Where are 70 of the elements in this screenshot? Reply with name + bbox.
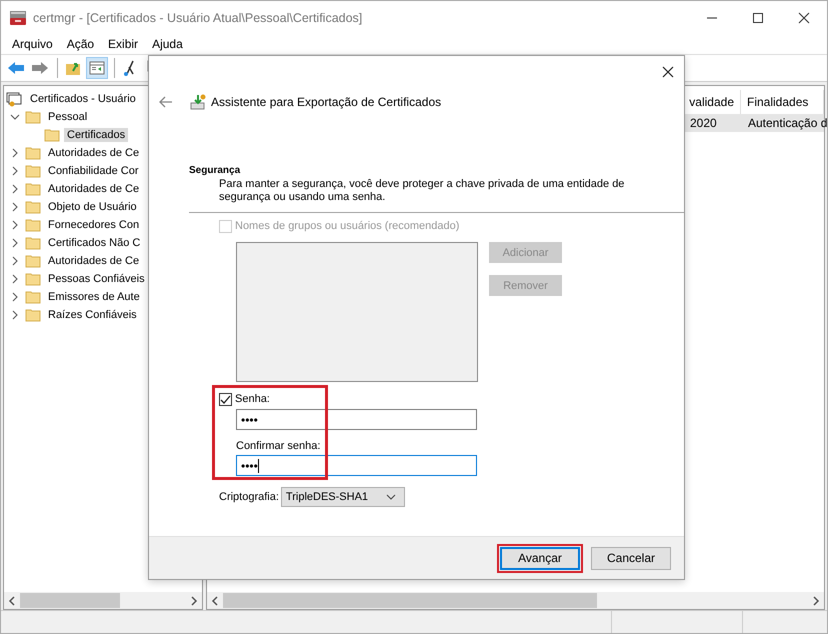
close-icon[interactable] bbox=[798, 12, 810, 24]
dialog-button[interactable]: Cancelar bbox=[591, 546, 671, 570]
scroll-left-icon[interactable] bbox=[211, 596, 219, 606]
folder-icon bbox=[25, 254, 41, 268]
expand-icon[interactable] bbox=[10, 202, 20, 212]
dialog-button[interactable]: Avançar bbox=[500, 546, 580, 570]
folder-icon bbox=[25, 218, 41, 232]
app-icon bbox=[9, 10, 27, 26]
checkmark-icon bbox=[220, 394, 231, 404]
window-title: certmgr - [Certificados - Usuário Atual\Pessoal\Certificados] bbox=[33, 10, 362, 24]
expand-icon[interactable] bbox=[10, 220, 20, 230]
password-field[interactable]: •••• bbox=[236, 409, 477, 430]
expand-icon[interactable] bbox=[10, 238, 20, 248]
scroll-left-icon[interactable] bbox=[8, 596, 16, 606]
tree-item[interactable]: Autoridades de Ce bbox=[45, 146, 142, 160]
scroll-right-icon[interactable] bbox=[812, 596, 820, 606]
menu-item[interactable]: Exibir bbox=[101, 37, 146, 51]
groups-list[interactable] bbox=[236, 242, 478, 382]
maximize-icon[interactable] bbox=[752, 12, 764, 24]
expand-icon[interactable] bbox=[10, 166, 20, 176]
tree-item[interactable]: Autoridades de Ce bbox=[45, 254, 142, 268]
tree-item[interactable]: Certificados - Usuário bbox=[27, 92, 139, 106]
expand-icon[interactable] bbox=[10, 292, 20, 302]
expand-icon[interactable] bbox=[10, 148, 20, 158]
expand-icon[interactable] bbox=[10, 184, 20, 194]
tree-item[interactable]: Certificados bbox=[64, 128, 128, 142]
password-checkbox[interactable]: Senha: bbox=[189, 392, 270, 406]
certificate-export-icon bbox=[189, 93, 207, 111]
close-icon[interactable] bbox=[662, 66, 674, 78]
certificate-store-icon bbox=[6, 91, 22, 107]
field-label: Confirmar senha: bbox=[236, 440, 322, 452]
folder-icon bbox=[25, 146, 41, 160]
encryption-dropdown[interactable]: TripleDES-SHA1 bbox=[280, 487, 405, 507]
expand-icon[interactable] bbox=[10, 274, 20, 284]
tree-item[interactable]: Autoridades de Ce bbox=[45, 182, 142, 196]
panel-tool-icon[interactable] bbox=[86, 57, 108, 79]
folder-icon bbox=[25, 290, 41, 304]
folder-icon bbox=[44, 128, 60, 142]
collapse-icon[interactable] bbox=[10, 112, 20, 122]
menu-item[interactable]: Ajuda bbox=[145, 37, 190, 51]
menu-item[interactable]: Arquivo bbox=[5, 37, 60, 51]
dialog-title: Assistente para Exportação de Certificados bbox=[211, 95, 442, 109]
table-cell-text: 2020 bbox=[690, 116, 718, 130]
tree-item[interactable]: Pessoas Confiáveis bbox=[45, 272, 148, 286]
caret-icon bbox=[386, 494, 396, 500]
confirm-password-field[interactable]: •••• bbox=[236, 455, 477, 476]
folder-icon bbox=[25, 164, 41, 178]
horizontal-scrollbar[interactable] bbox=[207, 592, 824, 609]
tree-item[interactable]: Confiabilidade Cor bbox=[45, 164, 142, 178]
section-title: Segurança bbox=[189, 165, 242, 176]
expand-icon[interactable] bbox=[10, 310, 20, 320]
scroll-right-icon[interactable] bbox=[190, 596, 198, 606]
menu-item[interactable]: Ação bbox=[60, 37, 102, 51]
folder-icon bbox=[25, 110, 41, 124]
folder-icon bbox=[25, 236, 41, 250]
folder-icon bbox=[25, 308, 41, 322]
folder-icon bbox=[25, 182, 41, 196]
tree-item[interactable]: Certificados Não C bbox=[45, 236, 144, 250]
back-arrow-icon[interactable] bbox=[159, 96, 173, 108]
field-label: Criptografia: bbox=[219, 491, 279, 503]
tree-item[interactable]: Pessoal bbox=[45, 110, 90, 124]
tree-item[interactable]: Emissores de Aute bbox=[45, 290, 143, 304]
section-description: Para manter a segurança, você deve proteger a chave privada de uma entidade de segurança ou usando uma senha. bbox=[218, 178, 626, 204]
tree-item[interactable]: Fornecedores Con bbox=[45, 218, 142, 232]
folder-icon bbox=[25, 272, 41, 286]
folder-icon bbox=[25, 200, 41, 214]
horizontal-scrollbar[interactable] bbox=[4, 592, 202, 609]
tree-item[interactable]: Objeto de Usuário bbox=[45, 200, 140, 214]
tree-item[interactable]: Raízes Confiáveis bbox=[45, 308, 140, 322]
expand-icon[interactable] bbox=[10, 256, 20, 266]
